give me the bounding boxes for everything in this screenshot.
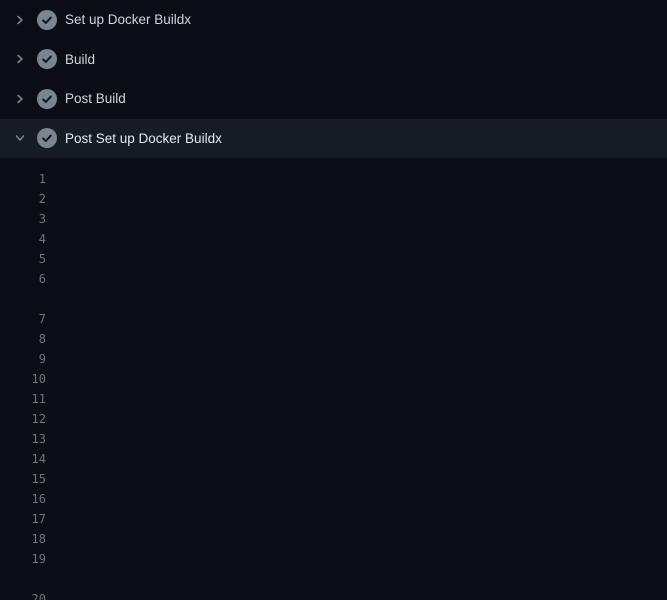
chevron-icon[interactable] (12, 12, 28, 28)
chevron-icon[interactable] (12, 130, 28, 146)
log-line-number[interactable]: 1 (0, 169, 46, 189)
step-row-3[interactable]: Post Set up Docker Buildx (0, 119, 667, 159)
log-area[interactable]: 1 ▼ Post job cleanup. 2 ▼ BuildKit conta… (0, 158, 667, 600)
log-line-number[interactable]: 10 (0, 369, 46, 389)
log-line: 1 ▼ Post job cleanup. (0, 169, 667, 189)
log-line: 17 ▼ time="2021-04-23T18:02:38Z" level=d… (0, 509, 667, 529)
step-label: Post Set up Docker Buildx (65, 131, 222, 146)
log-line: 9 ▼ time="2021-04-23T18:02:37Z" level=wa… (0, 349, 667, 369)
log-line: 13 ▼ time="2021-04-23T18:02:38Z" level=d… (0, 429, 667, 449)
log-line-number[interactable]: 14 (0, 449, 46, 469)
log-line-number[interactable]: 12 (0, 409, 46, 429)
step-label: Set up Docker Buildx (65, 12, 191, 27)
log-line: 11 ▼ time="2021-04-23T18:02:38Z" level=d… (0, 389, 667, 409)
log-line: 14 ▼ time="2021-04-23T18:02:38Z" level=d… (0, 449, 667, 469)
check-circle-icon (37, 10, 57, 30)
log-line-number[interactable]: 18 (0, 529, 46, 549)
check-circle-icon (37, 49, 57, 69)
chevron-icon[interactable] (12, 51, 28, 67)
log-line: ▼ linux/riscv64 linux/ppc64le linux/s390… (0, 289, 667, 309)
log-line-number[interactable]: 15 (0, 469, 46, 489)
log-line: 19 ▼ time="2021-04-23T18:02:38Z" level=d… (0, 549, 667, 569)
log-line: 2 ▼ BuildKit container logs (0, 189, 667, 209)
log-line-number[interactable]: 2 (0, 189, 46, 209)
log-line: ▼ application/vnd.oci.image.index.v1+jso… (0, 569, 667, 589)
log-line: 8 ▼ time="2021-04-23T18:02:37Z" level=in… (0, 329, 667, 349)
check-circle-icon (37, 128, 57, 148)
log-line-number[interactable]: 6 (0, 269, 46, 289)
step-row-1[interactable]: Build (0, 40, 667, 80)
log-line: 6 ▼ time="2021-04-23T18:02:37Z" level=in… (0, 269, 667, 289)
log-line-number[interactable]: 4 (0, 229, 46, 249)
step-label: Build (65, 52, 95, 67)
check-circle-icon (37, 89, 57, 109)
step-row-2[interactable]: Post Build (0, 79, 667, 119)
log-line: 20 ▼ time="2021-04-23T18:02:38Z" level=d… (0, 589, 667, 600)
step-list: Set up Docker Buildx Build P (0, 0, 667, 158)
log-line: 16 ▼ time="2021-04-23T18:02:38Z" level=d… (0, 489, 667, 509)
log-line-number[interactable]: 8 (0, 329, 46, 349)
log-line-number[interactable]: 20 (0, 589, 46, 600)
log-line-number[interactable]: 11 (0, 389, 46, 409)
step-label: Post Build (65, 91, 126, 106)
log-line: 3 ▼ /usr/bin/docker logs buildx_buildkit… (0, 209, 667, 229)
chevron-icon[interactable] (12, 91, 28, 107)
step-row-0[interactable]: Set up Docker Buildx (0, 0, 667, 40)
log-line: 7 ▼ time="2021-04-23T18:02:37Z" level=wa… (0, 309, 667, 329)
log-line-number[interactable]: 13 (0, 429, 46, 449)
log-line: 12 ▼ time="2021-04-23T18:02:38Z" level=d… (0, 409, 667, 429)
log-line-number[interactable]: 19 (0, 549, 46, 569)
log-line-number[interactable]: 9 (0, 349, 46, 369)
log-line: 4 ▼ time="2021-04-23T18:02:37Z" level=in… (0, 229, 667, 249)
log-line-number[interactable]: 17 (0, 509, 46, 529)
log-line-number[interactable]: 16 (0, 489, 46, 509)
actions-log-viewer: Set up Docker Buildx Build P (0, 0, 667, 600)
log-line: 15 ▼ time="2021-04-23T18:02:38Z" level=d… (0, 469, 667, 489)
log-line-number[interactable]: 7 (0, 309, 46, 329)
log-line: 18 ▼ time="2021-04-23T18:02:38Z" level=d… (0, 529, 667, 549)
log-line-number[interactable]: 3 (0, 209, 46, 229)
log-line: 5 ▼ time="2021-04-23T18:02:37Z" level=wa… (0, 249, 667, 269)
log-line-number[interactable]: 5 (0, 249, 46, 269)
log-line: 10 ▼ time="2021-04-23T18:02:37Z" level=i… (0, 369, 667, 389)
